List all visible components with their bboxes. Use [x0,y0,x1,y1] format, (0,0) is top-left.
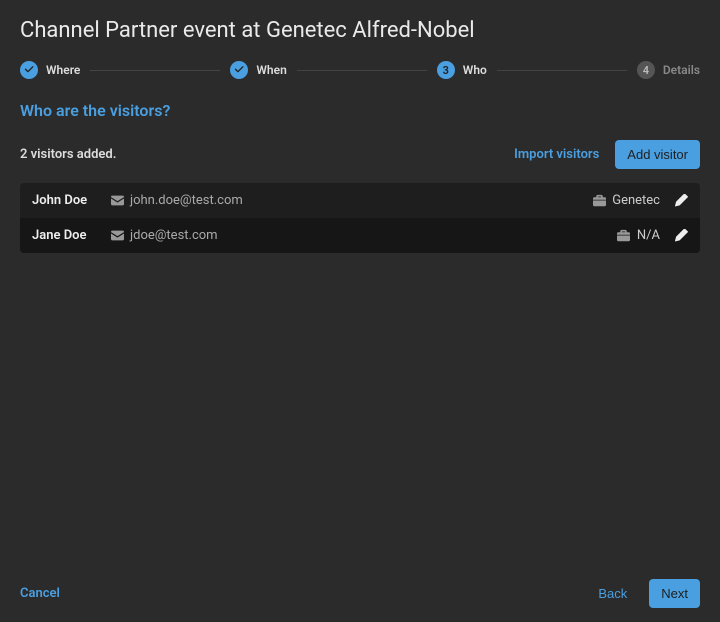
step-who[interactable]: 3 Who [437,61,487,79]
step-number: 4 [637,61,655,79]
check-icon [230,61,248,79]
visitor-row[interactable]: Jane Doe jdoe@test.com N/A [20,218,700,253]
envelope-icon [110,229,124,243]
visitor-company: Genetec [612,193,660,208]
visitor-list: John Doe john.doe@test.com Genetec Jane … [20,183,700,253]
visitors-toolbar: 2 visitors added. Import visitors Add vi… [20,140,700,169]
visitor-name: Jane Doe [32,228,110,243]
visitor-email: jdoe@test.com [130,228,218,243]
step-divider [90,70,220,71]
step-label: When [256,63,286,77]
envelope-icon [110,194,124,208]
step-label: Where [46,63,80,77]
section-heading: Who are the visitors? [20,101,700,120]
back-button[interactable]: Back [586,579,639,608]
step-number: 3 [437,61,455,79]
pencil-icon[interactable] [674,229,688,243]
visitor-company: N/A [637,228,660,243]
step-details[interactable]: 4 Details [637,61,700,79]
stepper: Where When 3 Who 4 Details [20,61,700,79]
step-label: Who [463,63,487,77]
briefcase-icon [592,194,606,208]
briefcase-icon [617,229,631,243]
visitor-name: John Doe [32,193,110,208]
visitor-row[interactable]: John Doe john.doe@test.com Genetec [20,183,700,218]
pencil-icon[interactable] [674,194,688,208]
page-title: Channel Partner event at Genetec Alfred-… [20,18,700,43]
step-divider [497,70,627,71]
next-button[interactable]: Next [649,579,700,608]
visitor-count: 2 visitors added. [20,147,116,162]
visitor-email: john.doe@test.com [130,193,243,208]
step-label: Details [663,63,700,77]
step-divider [297,70,427,71]
import-visitors-link[interactable]: Import visitors [514,147,599,162]
footer: Cancel Back Next [0,565,720,622]
check-icon [20,61,38,79]
cancel-button[interactable]: Cancel [20,586,60,601]
add-visitor-button[interactable]: Add visitor [615,140,700,169]
step-when[interactable]: When [230,61,286,79]
step-where[interactable]: Where [20,61,80,79]
